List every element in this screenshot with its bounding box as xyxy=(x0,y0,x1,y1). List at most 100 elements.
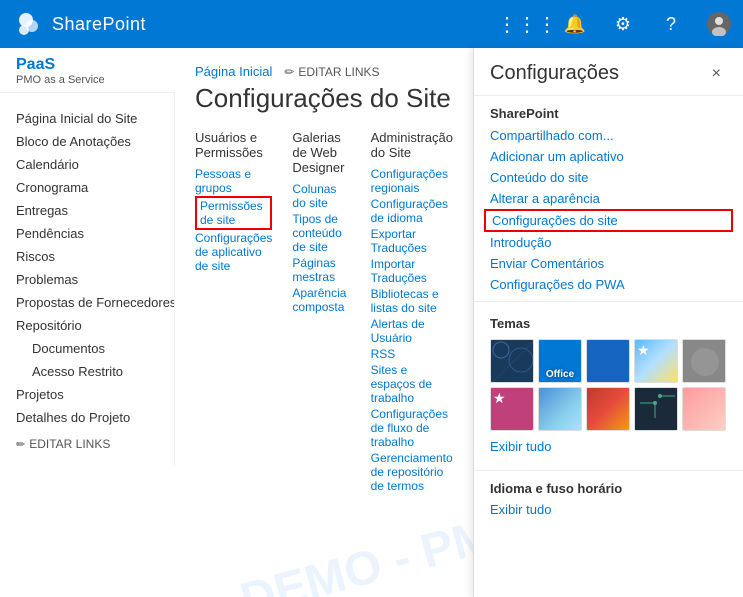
section-site-admin-title: Administração do Site xyxy=(371,130,453,160)
panel-link-introducao[interactable]: Introdução xyxy=(474,232,743,253)
panel-link-compartilhado[interactable]: Compartilhado com... xyxy=(474,125,743,146)
page-title: Configurações do Site xyxy=(195,83,453,114)
themes-section: Temas Office ★ xyxy=(474,308,743,464)
link-alertas[interactable]: Alertas de Usuário xyxy=(371,316,453,346)
profile-avatar-icon xyxy=(707,12,731,36)
theme-swatch-4[interactable]: ★ xyxy=(634,339,678,383)
panel-sharepoint-title: SharePoint xyxy=(474,96,743,125)
panel-divider-1 xyxy=(474,301,743,302)
link-pessoas[interactable]: Pessoas e grupos xyxy=(195,166,272,196)
theme-swatch-10[interactable] xyxy=(682,387,726,431)
section-site-admin: Administração do Site Configurações regi… xyxy=(371,130,453,494)
panel-link-alterar[interactable]: Alterar a aparência xyxy=(474,188,743,209)
panel-link-conteudo[interactable]: Conteúdo do site xyxy=(474,167,743,188)
link-config-app[interactable]: Configurações de aplicativo de site xyxy=(195,230,272,274)
paas-title: PaaS xyxy=(16,56,159,74)
right-panel: Configurações × SharePoint Compartilhado… xyxy=(473,48,743,597)
link-aparencia[interactable]: Aparência composta xyxy=(292,285,350,315)
panel-title: Configurações xyxy=(490,62,619,85)
sidebar-edit-links-label: EDITAR LINKS xyxy=(29,437,110,451)
sidebar-item-pagina-inicial[interactable]: Página Inicial do Site xyxy=(0,107,174,130)
breadcrumb: Página Inicial ✏ EDITAR LINKS xyxy=(195,64,453,79)
link-permissoes[interactable]: Permissões de site xyxy=(195,196,272,230)
panel-link-adicionar[interactable]: Adicionar um aplicativo xyxy=(474,146,743,167)
sidebar-item-cronograma[interactable]: Cronograma xyxy=(0,176,174,199)
lang-section: Idioma e fuso horário Exibir tudo xyxy=(474,477,743,529)
theme-swatch-8[interactable] xyxy=(586,387,630,431)
link-importar[interactable]: Importar Traduções xyxy=(371,256,453,286)
link-exportar[interactable]: Exportar Traduções xyxy=(371,226,453,256)
themes-title: Temas xyxy=(490,316,727,331)
sidebar-nav: Página Inicial do Site Bloco de Anotaçõe… xyxy=(0,103,174,433)
sections-grid: Usuários e Permissões Pessoas e grupos P… xyxy=(195,130,453,510)
sidebar-item-detalhes[interactable]: Detalhes do Projeto xyxy=(0,406,174,429)
topbar-logo-text: SharePoint xyxy=(52,14,146,35)
sidebar-item-bloco[interactable]: Bloco de Anotações xyxy=(0,130,174,153)
logo: SharePoint xyxy=(12,8,146,40)
gear-icon-btn[interactable]: ⚙ xyxy=(599,0,647,48)
sidebar-item-propostas[interactable]: Propostas de Fornecedores xyxy=(0,291,174,314)
theme-swatch-6[interactable]: ★ xyxy=(490,387,534,431)
theme-swatch-1[interactable] xyxy=(490,339,534,383)
theme-swatch-5[interactable] xyxy=(682,339,726,383)
section-web-designer: Galerias de Web Designer Colunas do site… xyxy=(292,130,350,494)
link-tipos-conteudo[interactable]: Tipos de conteúdo de site xyxy=(292,211,350,255)
theme-swatch-9[interactable] xyxy=(634,387,678,431)
main-layout: PaaS PMO as a Service Página Inicial do … xyxy=(0,48,743,597)
sidebar-item-documentos[interactable]: Documentos xyxy=(0,337,174,360)
breadcrumb-edit-label: EDITAR LINKS xyxy=(298,65,379,79)
sidebar-item-problemas[interactable]: Problemas xyxy=(0,268,174,291)
link-rss[interactable]: RSS xyxy=(371,346,453,362)
edit-icon: ✏ xyxy=(16,438,25,451)
lang-view-all[interactable]: Exibir tudo xyxy=(490,500,727,519)
sidebar-item-pendencias[interactable]: Pendências xyxy=(0,222,174,245)
link-bibliotecas[interactable]: Bibliotecas e listas do site xyxy=(371,286,453,316)
sidebar-item-repositorio[interactable]: Repositório xyxy=(0,314,174,337)
themes-view-all[interactable]: Exibir tudo xyxy=(490,437,727,456)
section-users-permissions: Usuários e Permissões Pessoas e grupos P… xyxy=(195,130,272,494)
panel-link-pwa[interactable]: Configurações do PWA xyxy=(474,274,743,295)
link-config-regionais[interactable]: Configurações regionais xyxy=(371,166,453,196)
sharepoint-logo-icon xyxy=(12,8,44,40)
link-paginas-mestras[interactable]: Páginas mestras xyxy=(292,255,350,285)
link-colunas[interactable]: Colunas do site xyxy=(292,181,350,211)
panel-divider-2 xyxy=(474,470,743,471)
theme9-circuit xyxy=(635,388,678,431)
breadcrumb-home[interactable]: Página Inicial xyxy=(195,64,272,79)
theme-swatch-7[interactable] xyxy=(538,387,582,431)
panel-header: Configurações × xyxy=(474,48,743,96)
theme-swatch-3[interactable] xyxy=(586,339,630,383)
panel-link-comentarios[interactable]: Enviar Comentários xyxy=(474,253,743,274)
help-icon-btn[interactable]: ? xyxy=(647,0,695,48)
sidebar-item-riscos[interactable]: Riscos xyxy=(0,245,174,268)
edit-links-icon: ✏ xyxy=(284,65,294,79)
theme-office-label: Office xyxy=(546,369,574,380)
theme5-pattern xyxy=(683,340,726,383)
panel-link-config-site[interactable]: Configurações do site xyxy=(484,209,733,232)
bell-icon-btn[interactable]: 🔔 xyxy=(551,0,599,48)
link-termos[interactable]: Gerenciamento de repositório de termos xyxy=(371,450,453,494)
theme1-pattern xyxy=(491,340,534,383)
lang-title: Idioma e fuso horário xyxy=(490,481,727,496)
link-config-idioma[interactable]: Configurações de idioma xyxy=(371,196,453,226)
theme-swatch-office[interactable]: Office xyxy=(538,339,582,383)
content-area: DEMO - PMO as a Página Inicial ✏ EDITAR … xyxy=(175,48,473,597)
link-fluxo[interactable]: Configurações de fluxo de trabalho xyxy=(371,406,453,450)
topbar-right: ⋮⋮⋮ 🔔 ⚙ ? xyxy=(503,0,743,48)
link-sites[interactable]: Sites e espaços de trabalho xyxy=(371,362,453,406)
sidebar-item-calendario[interactable]: Calendário xyxy=(0,153,174,176)
themes-grid: Office ★ ★ xyxy=(490,339,727,431)
section-web-designer-title: Galerias de Web Designer xyxy=(292,130,350,175)
sidebar: Página Inicial do Site Bloco de Anotaçõe… xyxy=(0,93,175,465)
sidebar-item-entregas[interactable]: Entregas xyxy=(0,199,174,222)
sidebar-edit-links[interactable]: ✏ EDITAR LINKS xyxy=(0,433,174,455)
profile-icon-btn[interactable] xyxy=(695,0,743,48)
theme4-star: ★ xyxy=(637,342,650,359)
sidebar-item-projetos[interactable]: Projetos xyxy=(0,383,174,406)
panel-close-button[interactable]: × xyxy=(706,63,727,85)
theme6-star: ★ xyxy=(493,390,506,407)
sidebar-item-acesso[interactable]: Acesso Restrito xyxy=(0,360,174,383)
breadcrumb-edit-links[interactable]: ✏ EDITAR LINKS xyxy=(284,65,379,79)
paas-subtitle: PMO as a Service xyxy=(16,74,159,86)
waffle-icon-btn[interactable]: ⋮⋮⋮ xyxy=(503,0,551,48)
